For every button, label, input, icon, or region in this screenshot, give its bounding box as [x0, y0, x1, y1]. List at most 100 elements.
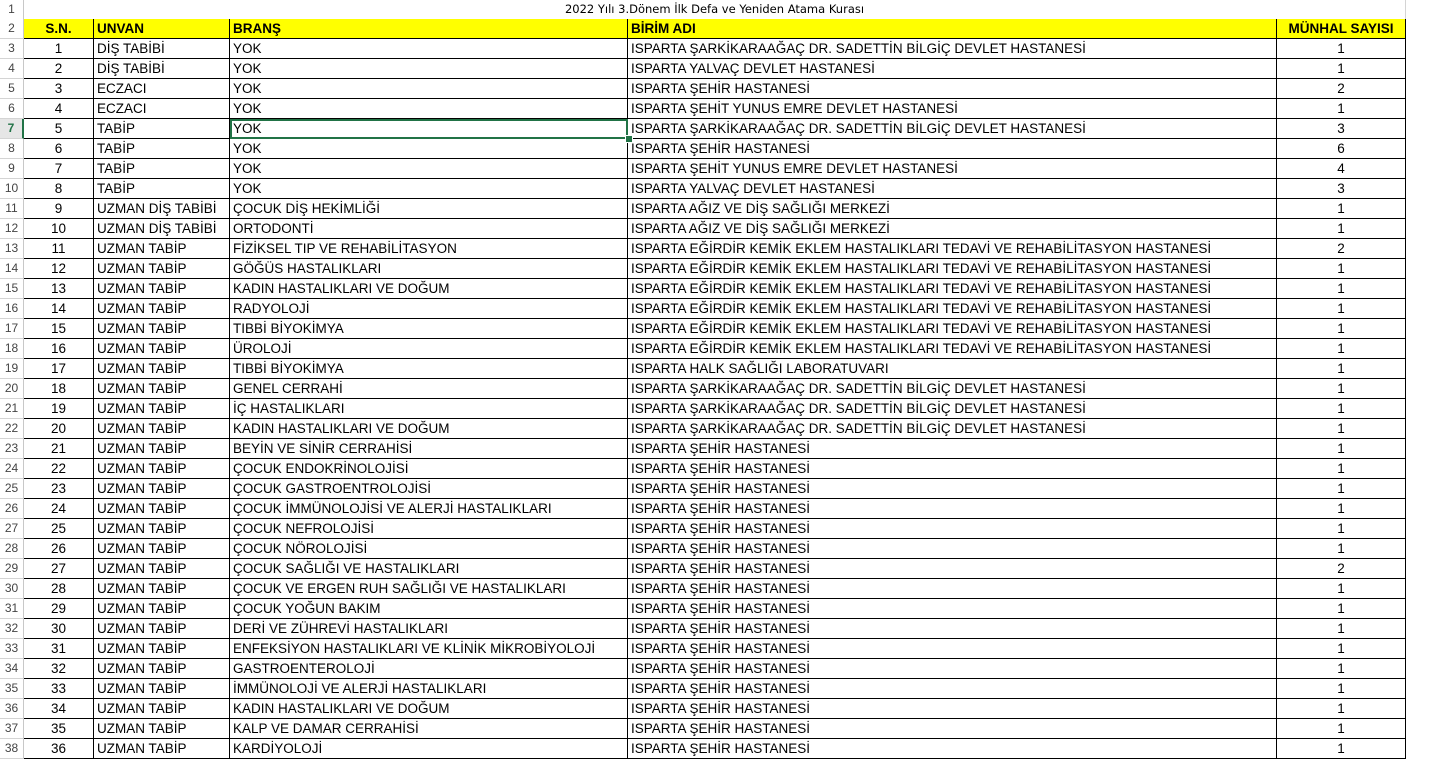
- cell-brans[interactable]: ORTODONTİ: [230, 219, 628, 239]
- cell-brans[interactable]: YOK: [230, 59, 628, 79]
- row-header[interactable]: 23: [0, 439, 24, 459]
- cell-munhal-sayisi[interactable]: 1: [1277, 59, 1406, 79]
- cell-brans[interactable]: YOK: [230, 179, 628, 199]
- cell-munhal-sayisi[interactable]: 1: [1277, 619, 1406, 639]
- row-header[interactable]: 25: [0, 479, 24, 499]
- cell-sn[interactable]: 12: [24, 259, 94, 279]
- cell-sn[interactable]: 4: [24, 99, 94, 119]
- cell-brans[interactable]: ÇOCUK YOĞUN BAKIM: [230, 599, 628, 619]
- row-header[interactable]: 30: [0, 579, 24, 599]
- cell-munhal-sayisi[interactable]: 1: [1277, 739, 1406, 759]
- cell-munhal-sayisi[interactable]: 1: [1277, 379, 1406, 399]
- cell-brans[interactable]: ÜROLOJİ: [230, 339, 628, 359]
- cell-birim-adi[interactable]: ISPARTA EĞİRDİR KEMİK EKLEM HASTALIKLARI…: [628, 279, 1277, 299]
- cell-unvan[interactable]: UZMAN TABİP: [94, 719, 230, 739]
- cell-birim-adi[interactable]: ISPARTA EĞİRDİR KEMİK EKLEM HASTALIKLARI…: [628, 239, 1277, 259]
- cell-brans[interactable]: ÇOCUK NÖROLOJİSİ: [230, 539, 628, 559]
- row-header[interactable]: 1: [0, 0, 24, 20]
- row-header[interactable]: 32: [0, 619, 24, 639]
- cell-sn[interactable]: 17: [24, 359, 94, 379]
- cell-birim-adi[interactable]: ISPARTA ŞEHİR HASTANESİ: [628, 139, 1277, 159]
- cell-munhal-sayisi[interactable]: 1: [1277, 699, 1406, 719]
- cell-munhal-sayisi[interactable]: 3: [1277, 179, 1406, 199]
- cell-unvan[interactable]: UZMAN TABİP: [94, 379, 230, 399]
- cell-birim-adi[interactable]: ISPARTA ŞEHİR HASTANESİ: [628, 499, 1277, 519]
- cell-munhal-sayisi[interactable]: 1: [1277, 99, 1406, 119]
- cell-brans[interactable]: DERİ VE ZÜHREVİ HASTALIKLARI: [230, 619, 628, 639]
- cell-unvan[interactable]: UZMAN TABİP: [94, 279, 230, 299]
- cell-birim-adi[interactable]: ISPARTA ŞARKİKARAAĞAÇ DR. SADETTİN BİLGİ…: [628, 419, 1277, 439]
- cell-munhal-sayisi[interactable]: 1: [1277, 419, 1406, 439]
- cell-brans[interactable]: İMMÜNOLOJİ VE ALERJİ HASTALIKLARI: [230, 679, 628, 699]
- cell-munhal-sayisi[interactable]: 1: [1277, 299, 1406, 319]
- cell-unvan[interactable]: DİŞ TABİBİ: [94, 59, 230, 79]
- row-header[interactable]: 16: [0, 299, 24, 319]
- cell-sn[interactable]: 15: [24, 319, 94, 339]
- cell-birim-adi[interactable]: ISPARTA EĞİRDİR KEMİK EKLEM HASTALIKLARI…: [628, 259, 1277, 279]
- cell-sn[interactable]: 35: [24, 719, 94, 739]
- cell-munhal-sayisi[interactable]: 1: [1277, 639, 1406, 659]
- cell-brans[interactable]: GÖĞÜS HASTALIKLARI: [230, 259, 628, 279]
- cell-brans[interactable]: ÇOCUK GASTROENTROLOJİSİ: [230, 479, 628, 499]
- row-header[interactable]: 8: [0, 139, 24, 159]
- cell-unvan[interactable]: UZMAN TABİP: [94, 659, 230, 679]
- cell-munhal-sayisi[interactable]: 2: [1277, 79, 1406, 99]
- cell-brans[interactable]: RADYOLOJİ: [230, 299, 628, 319]
- cell-munhal-sayisi[interactable]: 1: [1277, 259, 1406, 279]
- cell-brans[interactable]: İÇ HASTALIKLARI: [230, 399, 628, 419]
- cell-sn[interactable]: 18: [24, 379, 94, 399]
- cell-sn[interactable]: 9: [24, 199, 94, 219]
- cell-sn[interactable]: 8: [24, 179, 94, 199]
- cell-birim-adi[interactable]: ISPARTA ŞEHİR HASTANESİ: [628, 459, 1277, 479]
- cell-munhal-sayisi[interactable]: 1: [1277, 499, 1406, 519]
- cell-unvan[interactable]: TABİP: [94, 119, 230, 139]
- cell-birim-adi[interactable]: ISPARTA ŞEHİR HASTANESİ: [628, 479, 1277, 499]
- cell-sn[interactable]: 7: [24, 159, 94, 179]
- cell-sn[interactable]: 32: [24, 659, 94, 679]
- row-header[interactable]: 22: [0, 419, 24, 439]
- cell-unvan[interactable]: UZMAN TABİP: [94, 259, 230, 279]
- cell-birim-adi[interactable]: ISPARTA ŞARKİKARAAĞAÇ DR. SADETTİN BİLGİ…: [628, 379, 1277, 399]
- cell-unvan[interactable]: UZMAN TABİP: [94, 559, 230, 579]
- cell-munhal-sayisi[interactable]: 2: [1277, 559, 1406, 579]
- row-header[interactable]: 13: [0, 239, 24, 259]
- cell-unvan[interactable]: UZMAN TABİP: [94, 419, 230, 439]
- row-header[interactable]: 15: [0, 279, 24, 299]
- cell-birim-adi[interactable]: ISPARTA ŞEHİR HASTANESİ: [628, 679, 1277, 699]
- cell-birim-adi[interactable]: ISPARTA ŞARKİKARAAĞAÇ DR. SADETTİN BİLGİ…: [628, 399, 1277, 419]
- row-header[interactable]: 31: [0, 599, 24, 619]
- cell-brans[interactable]: ÇOCUK SAĞLIĞI VE HASTALIKLARI: [230, 559, 628, 579]
- cell-unvan[interactable]: TABİP: [94, 159, 230, 179]
- cell-brans[interactable]: KADIN HASTALIKLARI VE DOĞUM: [230, 279, 628, 299]
- cell-birim-adi[interactable]: ISPARTA ŞARKİKARAAĞAÇ DR. SADETTİN BİLGİ…: [628, 39, 1277, 59]
- cell-unvan[interactable]: UZMAN TABİP: [94, 519, 230, 539]
- row-header[interactable]: 28: [0, 539, 24, 559]
- cell-brans[interactable]: GENEL CERRAHİ: [230, 379, 628, 399]
- row-header[interactable]: 9: [0, 159, 24, 179]
- cell-birim-adi[interactable]: ISPARTA ŞEHİR HASTANESİ: [628, 699, 1277, 719]
- cell-birim-adi[interactable]: ISPARTA EĞİRDİR KEMİK EKLEM HASTALIKLARI…: [628, 299, 1277, 319]
- cell-birim-adi[interactable]: ISPARTA ŞEHİR HASTANESİ: [628, 559, 1277, 579]
- cell-birim-adi[interactable]: ISPARTA YALVAÇ DEVLET HASTANESİ: [628, 179, 1277, 199]
- cell-munhal-sayisi[interactable]: 1: [1277, 599, 1406, 619]
- row-header[interactable]: 7: [0, 119, 24, 139]
- cell-sn[interactable]: 33: [24, 679, 94, 699]
- cell-birim-adi[interactable]: ISPARTA EĞİRDİR KEMİK EKLEM HASTALIKLARI…: [628, 339, 1277, 359]
- cell-birim-adi[interactable]: ISPARTA AĞIZ VE DİŞ SAĞLIĞI MERKEZİ: [628, 219, 1277, 239]
- row-header[interactable]: 19: [0, 359, 24, 379]
- cell-unvan[interactable]: UZMAN TABİP: [94, 499, 230, 519]
- row-header[interactable]: 3: [0, 39, 24, 59]
- cell-brans[interactable]: TIBBİ BİYOKİMYA: [230, 359, 628, 379]
- header-munhal-sayisi[interactable]: MÜNHAL SAYISI: [1277, 19, 1406, 39]
- cell-sn[interactable]: 22: [24, 459, 94, 479]
- cell-unvan[interactable]: UZMAN TABİP: [94, 699, 230, 719]
- cell-munhal-sayisi[interactable]: 4: [1277, 159, 1406, 179]
- cell-birim-adi[interactable]: ISPARTA ŞEHİR HASTANESİ: [628, 539, 1277, 559]
- cell-sn[interactable]: 31: [24, 639, 94, 659]
- cell-sn[interactable]: 36: [24, 739, 94, 759]
- cell-birim-adi[interactable]: ISPARTA ŞEHİR HASTANESİ: [628, 79, 1277, 99]
- cell-unvan[interactable]: UZMAN TABİP: [94, 479, 230, 499]
- header-birim-adi[interactable]: BİRİM ADI: [628, 19, 1277, 39]
- cell-brans[interactable]: YOK: [230, 119, 628, 139]
- cell-sn[interactable]: 5: [24, 119, 94, 139]
